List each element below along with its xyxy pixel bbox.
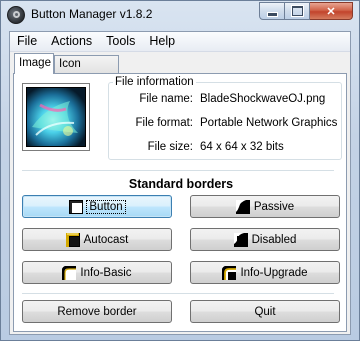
file-format-value: Portable Network Graphics xyxy=(200,117,338,129)
image-preview xyxy=(22,83,90,151)
remove-border-label: Remove border xyxy=(57,305,137,318)
autocast-border-label: Autocast xyxy=(83,233,129,246)
autocast-border-button[interactable]: Autocast xyxy=(22,228,172,251)
remove-border-button[interactable]: Remove border xyxy=(22,300,172,323)
caption-buttons: ✕ xyxy=(259,2,353,21)
info-basic-border-icon xyxy=(62,265,77,280)
menu-actions[interactable]: Actions xyxy=(44,32,99,51)
close-icon: ✕ xyxy=(326,5,336,18)
passive-border-label: Passive xyxy=(253,200,295,213)
client-area: File Actions Tools Help Image Icon wizar… xyxy=(9,31,351,335)
file-size-value: 64 x 64 x 32 bits xyxy=(200,141,284,153)
button-border-button[interactable]: Button xyxy=(22,195,172,218)
quit-button[interactable]: Quit xyxy=(190,300,340,323)
autocast-border-icon xyxy=(65,232,80,247)
info-basic-border-label: Info-Basic xyxy=(80,266,132,279)
info-upgrade-border-icon xyxy=(222,265,237,280)
minimize-button[interactable] xyxy=(259,2,285,20)
info-upgrade-border-label: Info-Upgrade xyxy=(240,266,308,279)
button-border-label: Button xyxy=(86,199,126,214)
maximize-icon xyxy=(291,6,303,16)
file-size-row: File size: 64 x 64 x 32 bits xyxy=(109,141,339,155)
section-divider-bottom xyxy=(22,293,334,294)
file-name-label: File name: xyxy=(139,93,193,105)
standard-borders-title: Standard borders xyxy=(128,177,234,191)
file-name-value: BladeShockwaveOJ.png xyxy=(200,93,326,105)
menu-bar: File Actions Tools Help xyxy=(10,32,350,52)
button-border-icon xyxy=(69,199,84,214)
disabled-border-button[interactable]: Disabled xyxy=(190,228,340,251)
menu-tools[interactable]: Tools xyxy=(99,32,142,51)
file-format-label: File format: xyxy=(135,117,193,129)
app-window: Button Manager v1.8.2 ✕ File Actions Too… xyxy=(0,0,360,341)
file-name-row: File name: BladeShockwaveOJ.png xyxy=(109,93,339,107)
minimize-icon xyxy=(266,11,278,17)
image-tab-panel: File information File name: BladeShockwa… xyxy=(13,73,347,332)
file-format-row: File format: Portable Network Graphics xyxy=(109,117,339,131)
app-icon[interactable] xyxy=(7,6,25,24)
disabled-border-label: Disabled xyxy=(251,233,297,246)
title-bar[interactable]: Button Manager v1.8.2 ✕ xyxy=(1,1,359,29)
passive-border-button[interactable]: Passive xyxy=(190,195,340,218)
window-title: Button Manager v1.8.2 xyxy=(31,7,153,21)
file-information-title: File information xyxy=(113,76,196,88)
info-basic-border-button[interactable]: Info-Basic xyxy=(22,261,172,284)
tab-image[interactable]: Image xyxy=(14,53,54,74)
file-information-group: File information File name: BladeShockwa… xyxy=(108,76,342,160)
close-button[interactable]: ✕ xyxy=(310,2,353,20)
maximize-button[interactable] xyxy=(285,2,310,20)
section-divider-top xyxy=(22,170,334,171)
quit-label: Quit xyxy=(254,305,276,318)
blade-shockwave-icon-preview xyxy=(26,87,86,147)
tab-icon-wizard[interactable]: Icon wizard xyxy=(54,55,119,86)
info-upgrade-border-button[interactable]: Info-Upgrade xyxy=(190,261,340,284)
menu-file[interactable]: File xyxy=(10,32,44,51)
disabled-border-icon xyxy=(233,232,248,247)
passive-border-icon xyxy=(235,199,250,214)
menu-help[interactable]: Help xyxy=(142,32,182,51)
file-size-label: File size: xyxy=(147,141,193,153)
